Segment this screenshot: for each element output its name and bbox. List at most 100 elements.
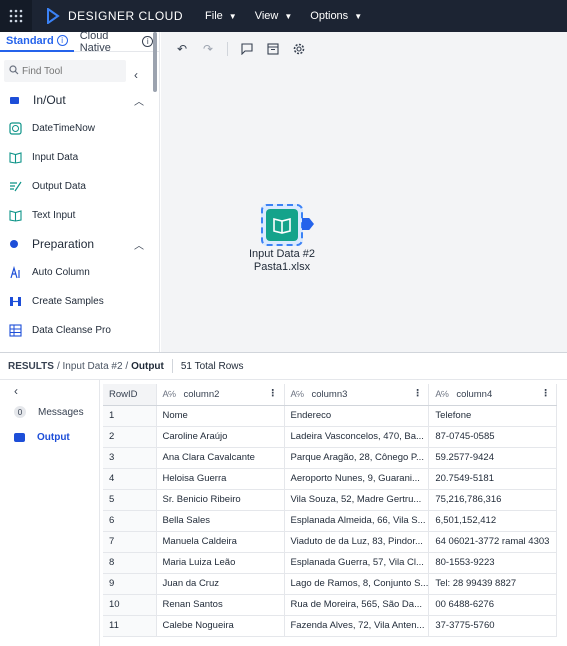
table-cell[interactable]: Telefone — [428, 405, 558, 427]
tool-data-cleanse-pro[interactable]: Data Cleanse Pro — [0, 316, 159, 345]
tool-input-data[interactable]: Input Data — [0, 143, 159, 172]
tab-cloud-native[interactable]: Cloud Native i — [74, 32, 159, 54]
container-icon[interactable] — [266, 42, 280, 56]
table-cell[interactable]: Parque Aragão, 28, Cônego P... — [284, 447, 430, 469]
tool-auto-column[interactable]: Auto Column — [0, 258, 159, 287]
table-cell[interactable]: Lago de Ramos, 8, Conjunto S... — [284, 573, 430, 595]
table-row[interactable]: 5 Sr. Benicio Ribeiro Vila Souza, 52, Madr… — [103, 489, 558, 511]
input-data-node[interactable] — [261, 204, 303, 246]
row-id-cell[interactable]: 4 — [103, 468, 157, 490]
row-id-cell[interactable]: 8 — [103, 552, 157, 574]
column-menu-icon[interactable]: ⋮ — [413, 388, 423, 399]
table-cell[interactable]: Renan Santos — [156, 594, 285, 616]
row-id-cell[interactable]: 7 — [103, 531, 157, 553]
category-preparation[interactable]: Preparation ︿ — [0, 230, 159, 258]
table-cell[interactable]: Rua de Moreira, 565, São Da... — [284, 594, 430, 616]
tool-create-samples[interactable]: Create Samples — [0, 287, 159, 316]
column-menu-icon[interactable]: ⋮ — [541, 388, 551, 399]
table-row[interactable]: 8 Maria Luiza Leão Esplanada Guerra, 57, V… — [103, 552, 558, 574]
table-cell[interactable]: Tel: 28 99439 8827 — [428, 573, 558, 595]
table-cell[interactable]: Aeroporto Nunes, 9, Guarani... — [284, 468, 430, 490]
table-cell[interactable]: 80-1553-9223 — [428, 552, 558, 574]
table-row[interactable]: 6 Bella Sales Esplanada Almeida, 66, Vila … — [103, 510, 558, 532]
row-id-cell[interactable]: 3 — [103, 447, 157, 469]
table-cell[interactable]: Calebe Nogueira — [156, 615, 285, 637]
collapse-results-icon[interactable]: ‹ — [14, 384, 18, 398]
chevron-up-icon[interactable]: ︿ — [134, 93, 144, 108]
column-header-column3[interactable]: A℅ column3 ⋮ — [284, 384, 430, 406]
table-row[interactable]: 10 Renan Santos Rua de Moreira, 565, São D… — [103, 594, 558, 616]
column-header-column4[interactable]: A℅ column4 ⋮ — [428, 384, 558, 406]
collapse-palette-icon[interactable]: ‹ — [134, 68, 138, 82]
table-row[interactable]: 7 Manuela Caldeira Viaduto de da Luz, 83, … — [103, 531, 558, 553]
tool-search-input[interactable] — [4, 65, 126, 77]
chevron-down-icon: ▼ — [284, 11, 293, 21]
table-row[interactable]: 4 Heloisa Guerra Aeroporto Nunes, 9, Guara… — [103, 468, 558, 490]
app-logo[interactable]: DESIGNER CLOUD — [46, 8, 183, 24]
table-cell[interactable]: Heloisa Guerra — [156, 468, 285, 490]
table-cell[interactable]: Juan da Cruz — [156, 573, 285, 595]
table-row[interactable]: 11 Calebe Nogueira Fazenda Alves, 72, Vila… — [103, 615, 558, 637]
column-header-column2[interactable]: A℅ column2 ⋮ — [156, 384, 285, 406]
table-cell[interactable]: 20.7549-5181 — [428, 468, 558, 490]
table-cell[interactable]: 6,501,152,412 — [428, 510, 558, 532]
column-menu-icon[interactable]: ⋮ — [268, 388, 278, 399]
redo-icon[interactable]: ↷ — [201, 42, 215, 56]
menu-view[interactable]: View ▼ — [255, 10, 293, 22]
tool-label: Text Input — [32, 210, 76, 221]
table-cell[interactable]: Ana Clara Cavalcante — [156, 447, 285, 469]
output-anchor-icon[interactable] — [302, 218, 314, 230]
table-cell[interactable]: 75,216,786,316 — [428, 489, 558, 511]
row-id-cell[interactable]: 11 — [103, 615, 157, 637]
table-cell[interactable]: Ladeira Vasconcelos, 470, Ba... — [284, 426, 430, 448]
workflow-canvas[interactable]: ↶ ↷ Input Data #2 Pasta1.xlsx — [161, 32, 567, 352]
row-id-cell[interactable]: 5 — [103, 489, 157, 511]
tool-output-data[interactable]: Output Data — [0, 172, 159, 201]
table-cell[interactable]: Caroline Araújo — [156, 426, 285, 448]
row-id-cell[interactable]: 2 — [103, 426, 157, 448]
table-cell[interactable]: Endereco — [284, 405, 430, 427]
table-cell[interactable]: Esplanada Guerra, 57, Vila Cl... — [284, 552, 430, 574]
app-grid-icon[interactable] — [0, 0, 32, 32]
table-row[interactable]: 9 Juan da Cruz Lago de Ramos, 8, Conjunto … — [103, 573, 558, 595]
settings-gear-icon[interactable] — [292, 42, 306, 56]
row-id-cell[interactable]: 9 — [103, 573, 157, 595]
nav-output[interactable]: Output — [14, 432, 70, 443]
table-cell[interactable]: Vila Souza, 52, Madre Gertru... — [284, 489, 430, 511]
comment-icon[interactable] — [240, 42, 254, 56]
table-cell[interactable]: Esplanada Almeida, 66, Vila S... — [284, 510, 430, 532]
table-cell[interactable]: Maria Luiza Leão — [156, 552, 285, 574]
node-subtitle: Pasta1.xlsx — [253, 261, 311, 273]
table-cell[interactable]: Nome — [156, 405, 285, 427]
table-row[interactable]: 2 Caroline Araújo Ladeira Vasconcelos, 470… — [103, 426, 558, 448]
menu-file[interactable]: File ▼ — [205, 10, 237, 22]
row-id-cell[interactable]: 1 — [103, 405, 157, 427]
menu-options[interactable]: Options ▼ — [310, 10, 362, 22]
row-id-cell[interactable]: 6 — [103, 510, 157, 532]
undo-icon[interactable]: ↶ — [175, 42, 189, 56]
table-cell[interactable]: Sr. Benicio Ribeiro — [156, 489, 285, 511]
column-header-rowid[interactable]: RowID — [103, 384, 157, 406]
chevron-up-icon[interactable]: ︿ — [134, 237, 144, 252]
table-cell[interactable]: 00 6488-6276 — [428, 594, 558, 616]
category-in-out[interactable]: In/Out ︿ — [0, 86, 159, 114]
table-cell[interactable]: Viaduto de da Luz, 83, Pindor... — [284, 531, 430, 553]
tool-text-input[interactable]: Text Input — [0, 201, 159, 230]
table-cell[interactable]: 87-0745-0585 — [428, 426, 558, 448]
table-row[interactable]: 1 Nome Endereco Telefone — [103, 405, 558, 427]
table-cell[interactable]: 37-3775-5760 — [428, 615, 558, 637]
table-cell[interactable]: Bella Sales — [156, 510, 285, 532]
row-id-cell[interactable]: 10 — [103, 594, 157, 616]
table-row[interactable]: 3 Ana Clara Cavalcante Parque Aragão, 28, … — [103, 447, 558, 469]
info-icon[interactable]: i — [56, 35, 68, 46]
table-cell[interactable]: 64 06021-3772 ramal 4303 — [428, 531, 558, 553]
info-icon[interactable]: i — [142, 36, 153, 47]
tool-datetimenow[interactable]: DateTimeNow — [0, 114, 159, 143]
nav-messages[interactable]: 0 Messages — [14, 406, 84, 418]
palette-scrollbar[interactable] — [153, 32, 157, 92]
table-cell[interactable]: 59.2577-9424 — [428, 447, 558, 469]
menu-options-label: Options — [310, 10, 349, 22]
table-cell[interactable]: Fazenda Alves, 72, Vila Anten... — [284, 615, 430, 637]
tab-standard[interactable]: Standard i — [0, 32, 74, 52]
table-cell[interactable]: Manuela Caldeira — [156, 531, 285, 553]
